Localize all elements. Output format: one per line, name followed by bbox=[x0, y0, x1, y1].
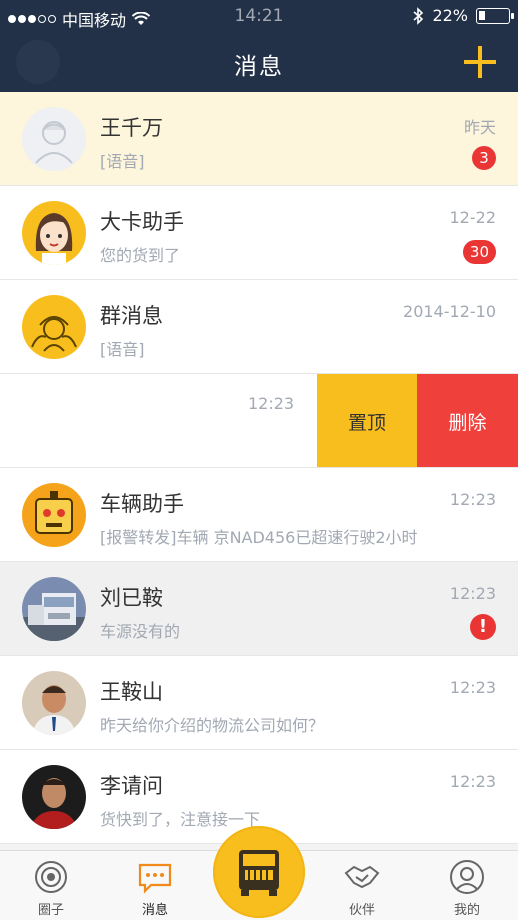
contact-name: 王千万 bbox=[100, 116, 163, 140]
contact-name: 王鞍山 bbox=[100, 680, 163, 704]
battery-icon bbox=[476, 7, 514, 24]
contact-name: 大卡助手 bbox=[100, 210, 184, 234]
tab-circle[interactable]: 圈子 bbox=[16, 851, 86, 920]
handshake-icon bbox=[344, 865, 380, 889]
message-time: 12:23 bbox=[449, 584, 496, 603]
man-photo bbox=[22, 671, 86, 735]
bluetooth-icon bbox=[413, 6, 424, 25]
tab-label: 圈子 bbox=[37, 903, 64, 918]
conversation-row[interactable]: 王鞍山 昨天给你介绍的物流公司如何？ 12:23 bbox=[0, 656, 518, 750]
girl-avatar bbox=[22, 201, 86, 265]
truck-icon bbox=[239, 850, 279, 896]
man-photo-2 bbox=[22, 765, 86, 829]
page-title: 消息 bbox=[234, 54, 284, 80]
tab-messages[interactable]: 消息 bbox=[120, 851, 190, 920]
message-preview: [语音] bbox=[100, 340, 145, 359]
unread-badge: 3 bbox=[472, 146, 496, 170]
conversation-row[interactable]: 刘已鞍 车源没有的 12:23 ! bbox=[0, 562, 518, 656]
message-time: 昨天 bbox=[463, 118, 496, 137]
message-preview: [报警转发]车辆 京NAD456已超速行驶2小时 bbox=[100, 528, 418, 547]
message-preview: [语音] bbox=[100, 152, 145, 171]
robot-avatar bbox=[22, 483, 86, 547]
nav-bar: 消息 bbox=[0, 34, 518, 92]
message-time: 12:23 bbox=[449, 772, 496, 791]
conversation-row[interactable]: 群消息 [语音] 2014-12-10 bbox=[0, 280, 518, 374]
chat-bubble-icon bbox=[138, 863, 172, 894]
tab-label: 伙伴 bbox=[348, 903, 375, 918]
tab-label: 消息 bbox=[141, 903, 168, 918]
conversation-row[interactable]: 大卡助手 您的货到了 12-22 30 bbox=[0, 186, 518, 280]
truck-action-button[interactable] bbox=[213, 826, 305, 918]
message-time: 2014-12-10 bbox=[403, 302, 496, 321]
contact-name: 刘已鞍 bbox=[100, 586, 163, 610]
contact-name: 李请问 bbox=[100, 774, 163, 798]
pin-button[interactable]: 置顶 bbox=[317, 374, 417, 467]
message-time: 12:23 bbox=[248, 394, 295, 413]
message-time: 12-22 bbox=[449, 208, 497, 227]
conversation-row[interactable]: 车辆助手 [报警转发]车辆 京NAD456已超速行驶2小时 12:23 bbox=[0, 468, 518, 562]
message-preview: 车源没有的 bbox=[100, 622, 181, 641]
message-time: 12:23 bbox=[449, 678, 496, 697]
swiped-conversation-row[interactable]: 12:23 置顶 删除 bbox=[0, 374, 518, 468]
status-bar: 中国移动 14:21 22% bbox=[0, 0, 518, 34]
message-time: 12:23 bbox=[449, 490, 496, 509]
message-preview: 您的货到了 bbox=[100, 246, 181, 265]
delete-button[interactable]: 删除 bbox=[417, 374, 518, 467]
unread-badge: 30 bbox=[462, 240, 496, 264]
tab-profile[interactable]: 我的 bbox=[432, 851, 502, 920]
message-preview: 昨天给你介绍的物流公司如何？ bbox=[100, 716, 325, 735]
conversation-list: 王千万 [语音] 昨天 3 大卡助手 您的货到了 12-22 30 群消息 [语… bbox=[0, 92, 518, 844]
group-avatar bbox=[22, 295, 86, 359]
contact-name: 车辆助手 bbox=[100, 492, 184, 516]
default-user-icon bbox=[22, 107, 86, 171]
battery-percent: 22% bbox=[432, 6, 468, 25]
conversation-row[interactable]: 王千万 [语音] 昨天 3 bbox=[0, 92, 518, 186]
contact-name: 群消息 bbox=[100, 304, 163, 328]
truck-photo bbox=[22, 577, 86, 641]
tab-label: 我的 bbox=[453, 903, 480, 918]
alert-icon: ! bbox=[470, 614, 496, 640]
tab-partners[interactable]: 伙伴 bbox=[327, 851, 397, 920]
circle-target-icon bbox=[35, 861, 67, 893]
add-icon[interactable] bbox=[460, 42, 500, 82]
battery-fill bbox=[479, 10, 485, 20]
profile-icon bbox=[450, 860, 484, 894]
